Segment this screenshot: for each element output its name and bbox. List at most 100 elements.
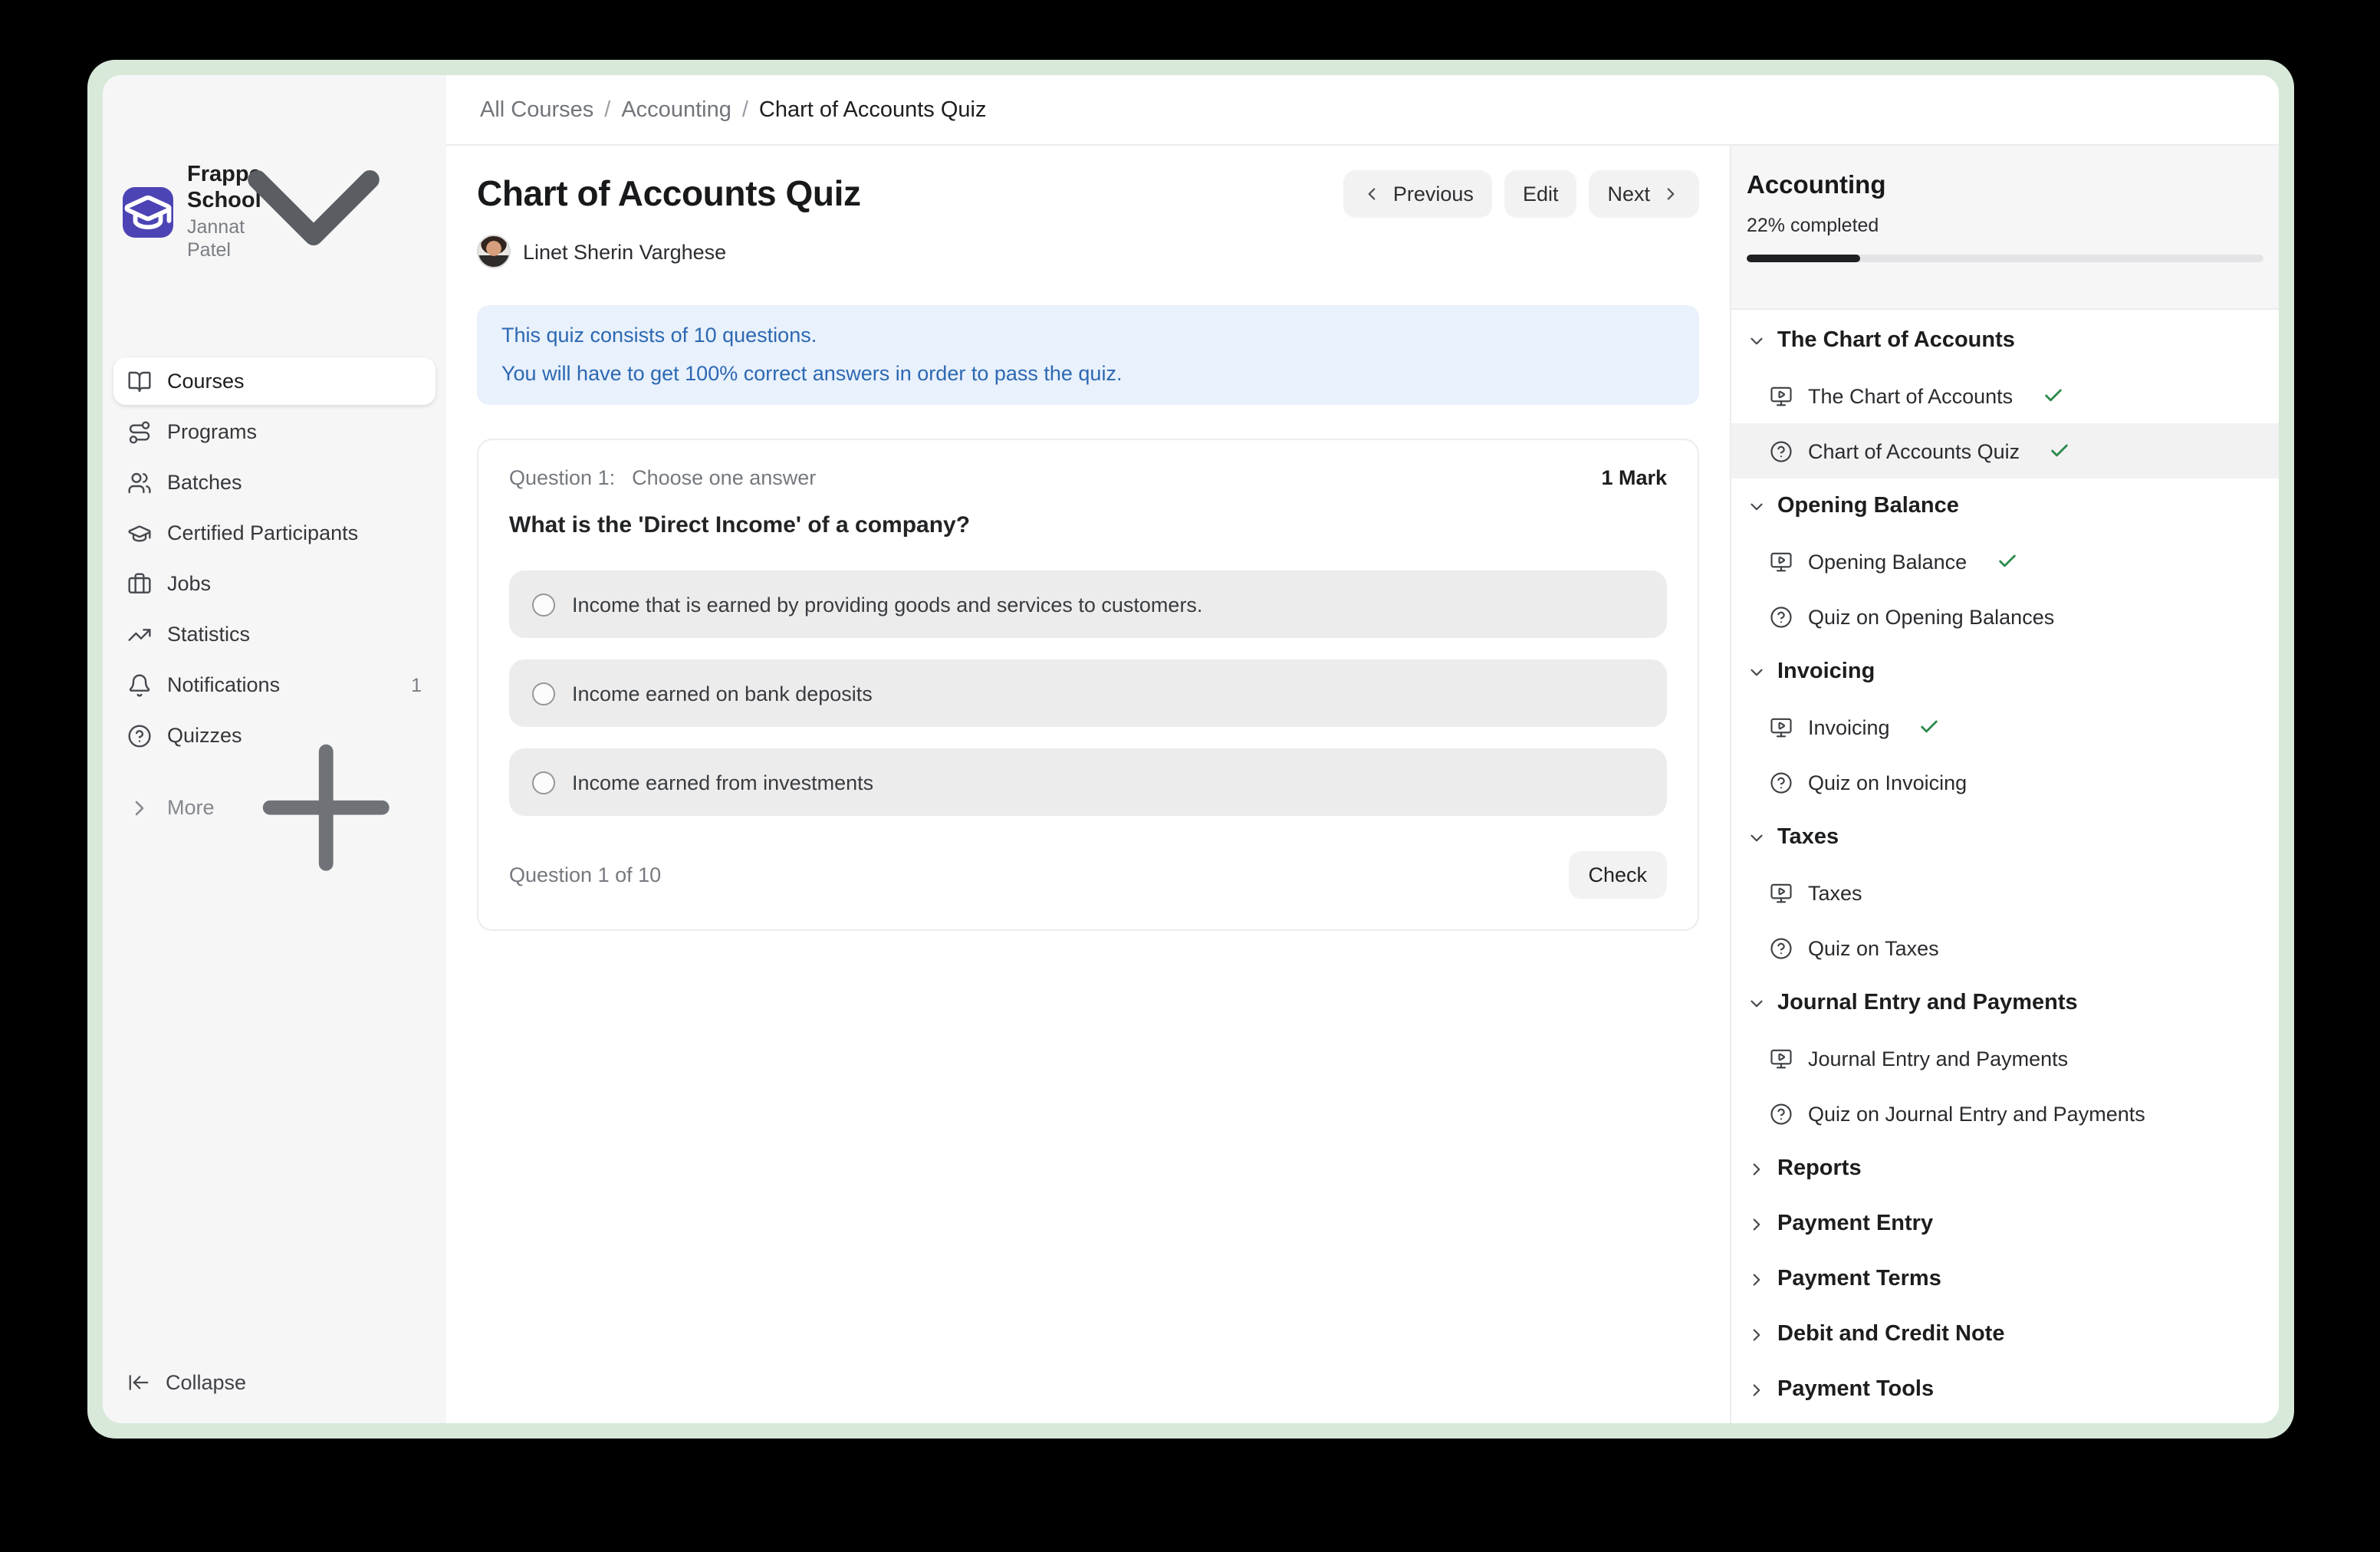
outline-item-quiz-on-taxes[interactable]: Quiz on Taxes [1731,920,2279,975]
check-icon [1996,551,2017,572]
chevron-down-icon[interactable] [201,95,426,328]
previous-button[interactable]: Previous [1344,170,1492,218]
outline-item-label: Quiz on Taxes [1808,936,1939,959]
outline-item-invoicing[interactable]: Invoicing [1731,699,2279,755]
route-icon [127,419,152,444]
outline-section-debit-and-credit-note[interactable]: Debit and Credit Note [1731,1307,2279,1362]
answer-option[interactable]: Income earned on bank deposits [509,659,1667,727]
outline-item-quiz-on-opening-balances[interactable]: Quiz on Opening Balances [1731,589,2279,644]
author-name: Linet Sherin Varghese [523,240,726,263]
chevron-down-icon [1747,662,1767,682]
chevron-right-icon [1747,1379,1767,1399]
radio-button[interactable] [532,682,555,705]
collapse-left-icon [127,1371,150,1394]
sidebar-item-label: Programs [167,420,257,443]
chevron-down-icon [1747,827,1767,847]
sidebar-item-label: Courses [167,370,245,393]
question-progress: Question 1 of 10 [509,863,661,886]
monitor-play-icon [1770,384,1793,407]
outline-item-quiz-on-invoicing[interactable]: Quiz on Invoicing [1731,755,2279,810]
radio-button[interactable] [532,771,555,794]
check-button[interactable]: Check [1568,851,1667,899]
check-icon [2042,385,2063,406]
outline-section-opening-balance[interactable]: Opening Balance [1731,478,2279,534]
next-button[interactable]: Next [1589,170,1699,218]
monitor-play-icon [1770,881,1793,904]
question-footer: Question 1 of 10 Check [509,851,1667,899]
sidebar-item-programs[interactable]: Programs [113,408,436,455]
bell-icon [127,672,152,697]
breadcrumb: All Courses / Accounting / Chart of Acco… [446,75,2279,146]
sidebar-item-jobs[interactable]: Jobs [113,560,436,607]
main-panel: Chart of Accounts Quiz Previous Edit [446,146,1730,1423]
radio-button[interactable] [532,593,555,616]
chevron-down-icon [1747,496,1767,516]
outline-section-label: Debit and Credit Note [1777,1322,2004,1346]
outline-item-label: The Chart of Accounts [1808,384,2013,407]
briefcase-icon [127,571,152,596]
help-circle-icon [1770,771,1793,794]
sidebar-collapse-button[interactable]: Collapse [113,1359,436,1406]
chevron-right-icon [1747,1159,1767,1179]
graduation-cap-icon [127,521,152,545]
sidebar-item-more[interactable]: More [113,784,436,831]
outline-section-the-chart-of-accounts[interactable]: The Chart of Accounts [1731,313,2279,368]
question-text: What is the 'Direct Income' of a company… [509,512,1667,538]
question-card: Question 1: Choose one answer 1 Mark Wha… [477,439,1699,931]
outline-item-opening-balance[interactable]: Opening Balance [1731,534,2279,589]
outline-item-label: Quiz on Journal Entry and Payments [1808,1102,2145,1125]
chevron-right-icon [1747,1379,1767,1399]
outline-section-payment-entry[interactable]: Payment Entry [1731,1196,2279,1251]
answer-option[interactable]: Income earned from investments [509,748,1667,816]
outline-section-journal-entry-and-payments[interactable]: Journal Entry and Payments [1731,975,2279,1031]
sidebar-item-courses[interactable]: Courses [113,357,436,405]
graduation-cap-icon [123,186,173,237]
outline-item-label: Quiz on Opening Balances [1808,605,2054,628]
help-circle-icon [1770,936,1793,959]
sidebar-item-statistics[interactable]: Statistics [113,610,436,658]
sidebar-item-batches[interactable]: Batches [113,459,436,506]
collapse-label: Collapse [166,1371,246,1394]
window-frame: Frappe School Jannat Patel Courses Progra… [87,60,2294,1439]
sidebar-item-label: Batches [167,471,242,494]
course-header: Accounting 22% completed [1731,146,2279,310]
outline-item-journal-entry-and-payments[interactable]: Journal Entry and Payments [1731,1031,2279,1086]
outline-section-invoicing[interactable]: Invoicing [1731,644,2279,699]
edit-button[interactable]: Edit [1504,170,1577,218]
help-circle-icon [1770,936,1793,959]
outline-section-payment-tools[interactable]: Payment Tools [1731,1362,2279,1417]
outline-item-label: Invoicing [1808,715,1890,738]
outline-section-payment-terms[interactable]: Payment Terms [1731,1251,2279,1307]
answer-option-label: Income earned from investments [572,771,873,794]
outline-section-label: Payment Entry [1777,1212,1933,1236]
breadcrumb-separator: / [604,97,610,122]
sidebar-item-certified-participants[interactable]: Certified Participants [113,509,436,557]
outline-item-the-chart-of-accounts[interactable]: The Chart of Accounts [1731,368,2279,423]
check-icon [2049,440,2070,462]
breadcrumb-accounting[interactable]: Accounting [621,97,731,122]
chevron-right-icon [1661,184,1681,204]
outline-item-label: Chart of Accounts Quiz [1808,439,2020,462]
answer-option-label: Income that is earned by providing goods… [572,593,1202,616]
outline-item-chart-of-accounts-quiz[interactable]: Chart of Accounts Quiz [1731,423,2279,478]
outline-item-taxes[interactable]: Taxes [1731,865,2279,920]
help-circle-icon [1770,439,1793,462]
help-circle-icon [1770,605,1793,628]
bell-icon [127,672,152,697]
question-marks: 1 Mark [1601,466,1667,489]
monitor-play-icon [1770,1047,1793,1070]
answer-option[interactable]: Income that is earned by providing goods… [509,570,1667,638]
outline-section-label: Invoicing [1777,659,1875,684]
quiz-notice-line2: You will have to get 100% correct answer… [501,360,1675,388]
outline-section-taxes[interactable]: Taxes [1731,810,2279,865]
check-icon [2049,440,2070,462]
outline-item-quiz-on-journal-entry-and-payments[interactable]: Quiz on Journal Entry and Payments [1731,1086,2279,1141]
sidebar-item-notifications[interactable]: Notifications1 [113,661,436,709]
breadcrumb-all-courses[interactable]: All Courses [480,97,593,122]
outline-section-reports[interactable]: Reports [1731,1141,2279,1196]
chevron-down-icon [1747,993,1767,1013]
workspace-switcher[interactable]: Frappe School Jannat Patel [113,95,436,328]
content-row: Chart of Accounts Quiz Previous Edit [446,146,2279,1423]
chevron-down-icon [1747,330,1767,350]
sidebar-item-label: Jobs [167,572,211,595]
